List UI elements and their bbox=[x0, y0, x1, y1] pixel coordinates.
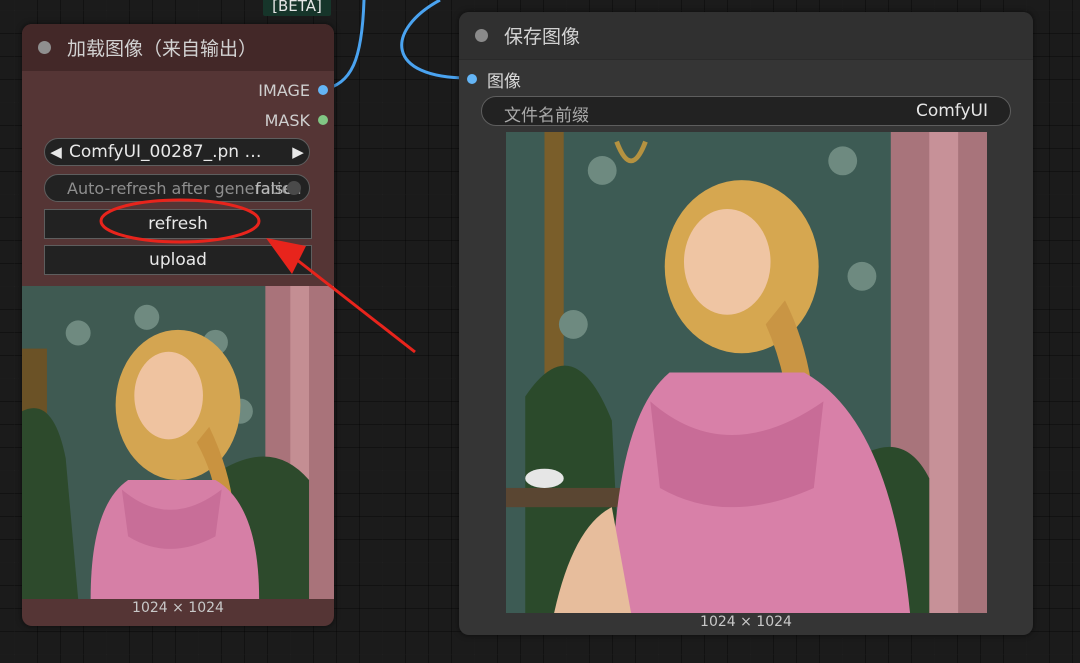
filename-prefix-label: 文件名前缀 bbox=[504, 106, 589, 126]
toggle-knob-icon bbox=[287, 181, 301, 195]
load-image-node[interactable]: 加载图像（来自输出） IMAGE MASK ◀ ComfyUI_00287_.p… bbox=[22, 24, 334, 626]
input-image[interactable]: 图像 bbox=[467, 68, 521, 92]
node-title-bar[interactable]: 保存图像 bbox=[459, 12, 1033, 60]
image-select-combo[interactable]: ◀ ComfyUI_00287_.pn … ▶ bbox=[44, 138, 310, 166]
output-label: MASK bbox=[264, 110, 310, 130]
prev-arrow-icon[interactable]: ◀ bbox=[45, 143, 67, 161]
output-image[interactable]: IMAGE bbox=[258, 80, 328, 100]
output-label: IMAGE bbox=[258, 80, 310, 100]
save-image-dimensions: 1024 × 1024 bbox=[700, 614, 792, 630]
refresh-button[interactable]: refresh bbox=[44, 209, 312, 239]
next-arrow-icon[interactable]: ▶ bbox=[287, 143, 309, 161]
auto-refresh-toggle[interactable]: Auto-refresh after generation false bbox=[44, 174, 310, 202]
upload-button[interactable]: upload bbox=[44, 245, 312, 275]
filename-prefix-field[interactable]: 文件名前缀 ComfyUI bbox=[481, 96, 1011, 126]
node-title: 保存图像 bbox=[504, 26, 581, 48]
image-select-value: ComfyUI_00287_.pn … bbox=[69, 142, 262, 162]
beta-tag: [BETA] bbox=[263, 0, 331, 16]
collapse-dot-icon[interactable] bbox=[38, 41, 51, 54]
image-preview bbox=[506, 132, 987, 613]
input-image-slot-icon[interactable] bbox=[467, 74, 477, 84]
load-image-dimensions: 1024 × 1024 bbox=[132, 600, 224, 616]
node-title: 加载图像（来自输出） bbox=[67, 38, 258, 60]
filename-prefix-value: ComfyUI bbox=[915, 101, 988, 121]
collapse-dot-icon[interactable] bbox=[475, 29, 488, 42]
output-mask-slot-icon[interactable] bbox=[318, 115, 328, 125]
output-mask[interactable]: MASK bbox=[265, 110, 328, 130]
image-preview bbox=[22, 286, 334, 599]
input-label: 图像 bbox=[487, 71, 521, 92]
output-image-slot-icon[interactable] bbox=[318, 85, 328, 95]
save-image-node[interactable]: 保存图像 图像 文件名前缀 ComfyUI 1024 × 1024 bbox=[459, 12, 1033, 635]
node-title-bar[interactable]: 加载图像（来自输出） bbox=[22, 24, 334, 71]
